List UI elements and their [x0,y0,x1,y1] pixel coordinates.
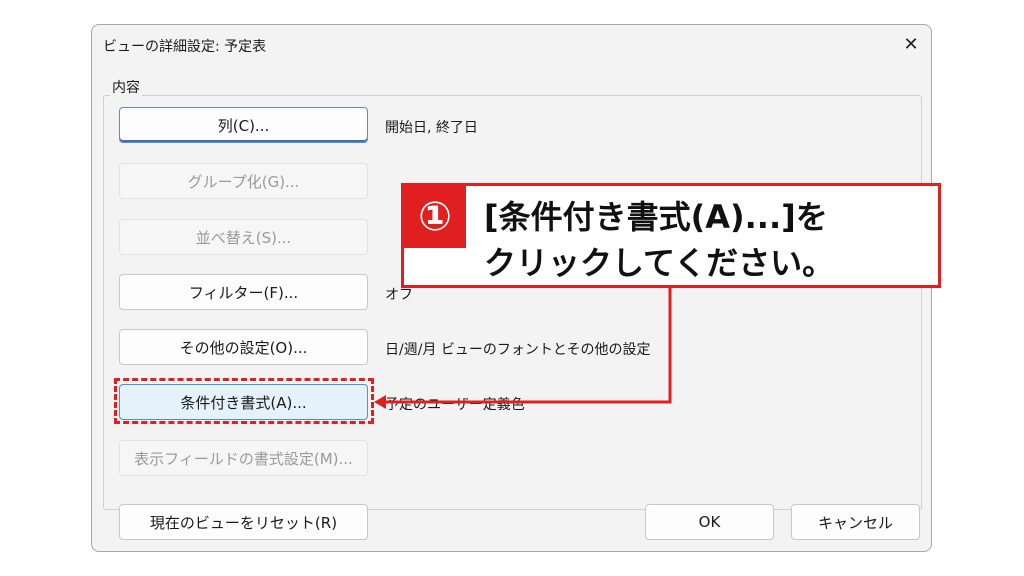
callout-line-1: [条件付き書式(A)...]を [484,198,828,236]
callout-line-2: クリックしてください。 [484,244,835,282]
callout-arrow [374,288,672,409]
step-number-badge: ① [404,186,466,248]
instruction-callout: ① [条件付き書式(A)...]を クリックしてください。 [401,183,941,288]
